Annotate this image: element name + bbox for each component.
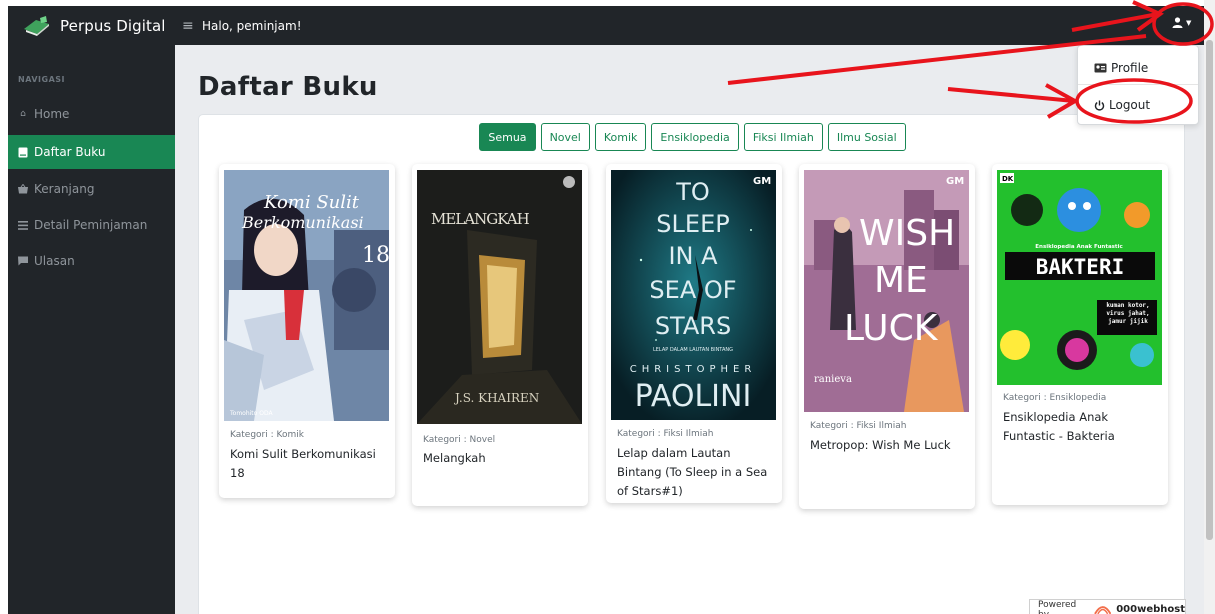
basket-icon	[18, 184, 28, 194]
vertical-scrollbar[interactable]	[1204, 0, 1215, 614]
svg-text:PAOLINI: PAOLINI	[635, 379, 752, 414]
svg-text:GM: GM	[753, 176, 771, 187]
powered-by-badge[interactable]: Powered by 000webhost	[1029, 599, 1186, 614]
book-cover-image: DK Ensiklopedia Anak Funtastic BAKTERI k…	[997, 170, 1162, 385]
book-icon	[18, 147, 28, 157]
sidebar: NAVIGASI ⌂ Home Daftar Buku Keranjang De…	[8, 45, 175, 614]
svg-text:Berkomunikasi: Berkomunikasi	[241, 213, 364, 232]
book-category: Kategori : Ensiklopedia	[1003, 393, 1107, 403]
book-cover[interactable]: WISH ME LUCK ranieva GM	[804, 170, 969, 412]
sidebar-item-label: Detail Peminjaman	[34, 218, 148, 232]
home-icon: ⌂	[20, 109, 26, 119]
svg-text:SEA OF: SEA OF	[649, 276, 736, 304]
sidebar-item-daftar-buku[interactable]: Daftar Buku	[8, 135, 175, 169]
sidebar-heading: NAVIGASI	[18, 75, 66, 84]
top-navbar: Perpus Digital ≡ Halo, peminjam! ▼	[8, 6, 1212, 45]
category-filter-bar: Semua Novel Komik Ensiklopedia Fiksi Ilm…	[199, 123, 1186, 151]
sidebar-item-label: Daftar Buku	[34, 145, 106, 159]
sidebar-item-label: Keranjang	[34, 182, 95, 196]
filter-semua[interactable]: Semua	[479, 123, 536, 151]
menu-toggle-icon[interactable]: ≡	[182, 6, 194, 45]
svg-text:IN A: IN A	[668, 242, 718, 270]
webhost-logo-icon	[1093, 606, 1112, 614]
menu-divider	[1078, 84, 1198, 85]
sidebar-item-ulasan[interactable]: Ulasan	[8, 244, 175, 278]
svg-text:Ensiklopedia Anak Funtastic: Ensiklopedia Anak Funtastic	[1035, 244, 1122, 250]
sidebar-item-label: Ulasan	[34, 254, 75, 268]
power-icon	[1094, 100, 1105, 110]
filter-ensiklopedia[interactable]: Ensiklopedia	[651, 123, 739, 151]
powered-by-label: Powered by	[1038, 599, 1077, 614]
user-menu-button[interactable]: ▼	[1172, 17, 1191, 28]
sidebar-item-detail-peminjaman[interactable]: Detail Peminjaman	[8, 208, 175, 242]
filter-novel[interactable]: Novel	[540, 123, 590, 151]
book-title[interactable]: Lelap dalam Lautan Bintang (To Sleep in …	[617, 444, 775, 501]
list-icon	[18, 220, 28, 230]
book-cover[interactable]: Komi Sulit Berkomunikasi 18 Tomohito ODA	[224, 170, 389, 421]
chevron-down-icon: ▼	[1186, 18, 1192, 27]
user-dropdown-menu: Profile Logout	[1077, 45, 1199, 125]
book-category: Kategori : Komik	[230, 430, 304, 440]
book-cover[interactable]: TO SLEEP IN A SEA OF STARS LELAP DALAM L…	[611, 170, 776, 420]
svg-text:ME: ME	[874, 260, 928, 301]
page-title: Daftar Buku	[198, 72, 378, 102]
logout-label: Logout	[1109, 98, 1151, 112]
sidebar-item-label: Home	[34, 107, 70, 121]
svg-text:Komi Sulit: Komi Sulit	[263, 192, 360, 213]
svg-text:DK: DK	[1002, 175, 1014, 183]
svg-text:BAKTERI: BAKTERI	[1036, 255, 1125, 279]
svg-text:Tomohito ODA: Tomohito ODA	[229, 410, 273, 417]
book-card[interactable]: TO SLEEP IN A SEA OF STARS LELAP DALAM L…	[606, 164, 782, 503]
book-card[interactable]: WISH ME LUCK ranieva GM Kategori : Fiksi…	[799, 164, 975, 509]
logout-menu-item[interactable]: Logout	[1094, 95, 1150, 115]
svg-text:GM: GM	[946, 176, 964, 187]
book-cover-image: WISH ME LUCK ranieva GM	[804, 170, 969, 412]
book-cover[interactable]: DK Ensiklopedia Anak Funtastic BAKTERI k…	[997, 170, 1162, 385]
book-title[interactable]: Melangkah	[423, 449, 581, 468]
book-cover[interactable]: MELANGKAH J.S. KHAIREN	[417, 170, 582, 424]
book-cover-image: TO SLEEP IN A SEA OF STARS LELAP DALAM L…	[611, 170, 776, 420]
book-title[interactable]: Ensiklopedia Anak Funtastic - Bakteria	[1003, 408, 1161, 446]
scrollbar-thumb[interactable]	[1206, 40, 1213, 540]
book-category: Kategori : Fiksi Ilmiah	[810, 421, 907, 431]
svg-text:MELANGKAH: MELANGKAH	[431, 210, 530, 228]
app-window: Perpus Digital ≡ Halo, peminjam! ▼ NAVIG…	[8, 6, 1212, 614]
book-card[interactable]: MELANGKAH J.S. KHAIREN Kategori : Novel …	[412, 164, 588, 506]
sidebar-item-keranjang[interactable]: Keranjang	[8, 172, 175, 206]
svg-text:ranieva: ranieva	[814, 374, 852, 385]
svg-text:WISH: WISH	[859, 213, 955, 254]
user-icon	[1172, 17, 1183, 28]
book-card[interactable]: Komi Sulit Berkomunikasi 18 Tomohito ODA…	[219, 164, 395, 498]
svg-text:LUCK: LUCK	[844, 308, 939, 349]
svg-text:CHRISTOPHER: CHRISTOPHER	[630, 364, 757, 375]
brand-name: Perpus Digital	[60, 16, 166, 35]
host-name: 000webhost	[1116, 604, 1185, 614]
book-cover-image: Komi Sulit Berkomunikasi 18 Tomohito ODA	[224, 170, 389, 421]
id-card-icon	[1094, 63, 1107, 73]
profile-label: Profile	[1111, 61, 1149, 75]
greeting-text: Halo, peminjam!	[202, 18, 302, 33]
brand[interactable]: Perpus Digital	[22, 6, 166, 45]
svg-text:SLEEP: SLEEP	[656, 210, 729, 238]
book-title[interactable]: Metropop: Wish Me Luck	[810, 436, 968, 455]
filter-ilmu-sosial[interactable]: Ilmu Sosial	[827, 123, 906, 151]
book-title[interactable]: Komi Sulit Berkomunikasi 18	[230, 445, 388, 483]
comment-icon	[18, 256, 28, 266]
svg-text:TO: TO	[675, 178, 710, 206]
book-cover-image: MELANGKAH J.S. KHAIREN	[417, 170, 582, 424]
book-logo-icon	[24, 15, 49, 36]
profile-menu-item[interactable]: Profile	[1094, 58, 1148, 78]
filter-komik[interactable]: Komik	[594, 123, 647, 151]
svg-text:J.S. KHAIREN: J.S. KHAIREN	[453, 391, 539, 405]
svg-text:STARS: STARS	[655, 312, 731, 340]
book-card[interactable]: DK Ensiklopedia Anak Funtastic BAKTERI k…	[992, 164, 1168, 505]
svg-text:LELAP DALAM LAUTAN BINTANG: LELAP DALAM LAUTAN BINTANG	[653, 347, 733, 353]
book-list-panel: Semua Novel Komik Ensiklopedia Fiksi Ilm…	[198, 114, 1185, 614]
filter-fiksi-ilmiah[interactable]: Fiksi Ilmiah	[743, 123, 823, 151]
svg-text:18: 18	[362, 243, 389, 268]
book-category: Kategori : Fiksi Ilmiah	[617, 429, 714, 439]
book-category: Kategori : Novel	[423, 435, 496, 445]
sidebar-item-home[interactable]: ⌂ Home	[8, 97, 175, 131]
